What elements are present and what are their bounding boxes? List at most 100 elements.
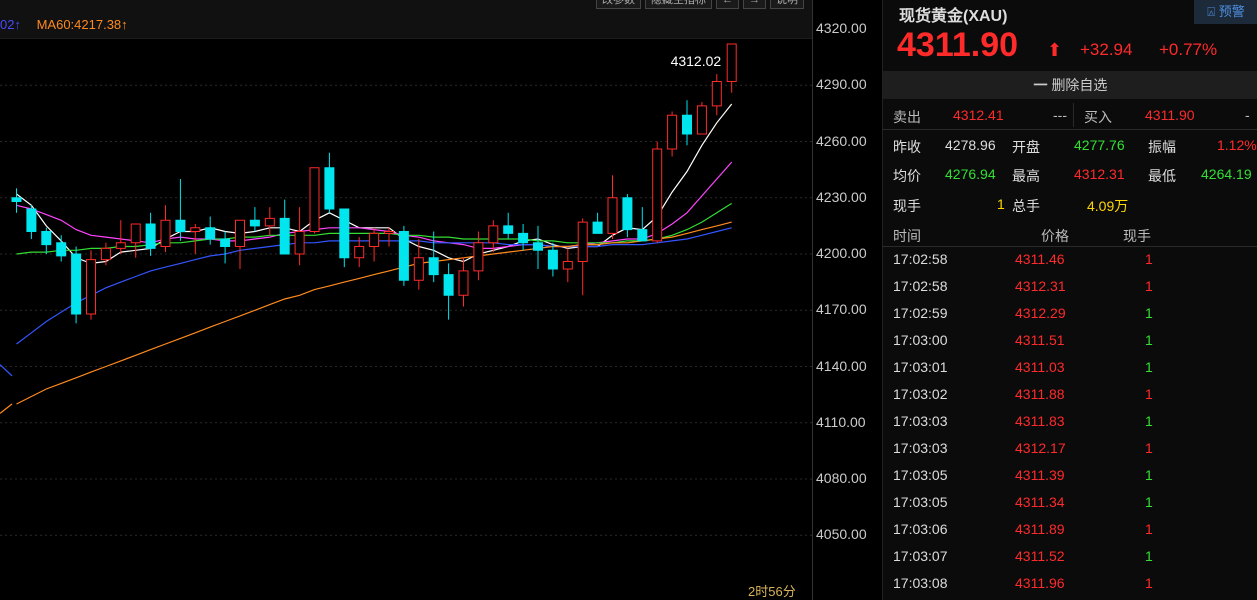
- price-alert-button[interactable]: ⍓ 预警: [1194, 0, 1257, 24]
- candle-body: [339, 208, 350, 259]
- tick-row: 17:03:06 4311.89 1: [883, 516, 1257, 543]
- bid-ask-divider: [1073, 103, 1074, 127]
- tick-time: 17:03:08: [893, 575, 948, 591]
- cur-vol-label: 现手: [893, 198, 921, 214]
- scroll-left-button[interactable]: ←: [716, 0, 739, 9]
- ticks-vol-header: 现手: [1123, 228, 1151, 244]
- candle: [279, 199, 290, 255]
- ticks-time-header: 时间: [893, 228, 921, 244]
- candle-body: [41, 231, 52, 246]
- tick-volume: 1: [1145, 359, 1153, 375]
- y-tick-label: 4110.00: [816, 413, 866, 430]
- candle: [175, 179, 186, 241]
- candle-body: [667, 114, 678, 150]
- quote-panel: 现货黄金(XAU) ⍓ 预警 4311.90 ⬆ +32.94 +0.77% 一…: [882, 0, 1257, 600]
- last-price: 4311.90: [897, 26, 1019, 64]
- edit-params-button[interactable]: 改参数: [596, 0, 641, 9]
- y-tick-label: 4260.00: [816, 132, 867, 149]
- candle: [264, 207, 275, 236]
- total-vol-value: 4.09万: [1087, 198, 1129, 214]
- tick-price: 4312.31: [1015, 278, 1066, 294]
- candle-body: [562, 261, 573, 270]
- candle-body: [100, 247, 111, 261]
- high-label: 最高: [1012, 168, 1040, 184]
- tick-row: 17:03:03 4311.83 1: [883, 408, 1257, 435]
- minus-icon: 一: [1033, 77, 1048, 93]
- candle-body: [220, 238, 231, 247]
- candle: [86, 250, 96, 320]
- candle-body: [413, 257, 424, 281]
- tick-time: 17:03:03: [893, 440, 948, 456]
- tick-row: 17:03:08 4311.96 1: [883, 570, 1257, 597]
- y-tick-label: 4080.00: [816, 470, 867, 486]
- tick-price: 4312.29: [1015, 305, 1066, 321]
- hide-main-indicator-button[interactable]: 隐藏主指标: [645, 0, 712, 9]
- candle-body: [518, 232, 529, 244]
- candle-body: [130, 223, 141, 244]
- candle: [354, 237, 365, 268]
- candle-body: [607, 197, 618, 234]
- y-tick-label: 4200.00: [816, 245, 867, 261]
- tick-volume: 1: [1145, 494, 1153, 510]
- tick-time: 17:02:58: [893, 278, 948, 294]
- tick-row: 17:03:02 4311.88 1: [883, 381, 1257, 408]
- kline-svg[interactable]: 4312.02: [0, 0, 812, 600]
- price-alert-label: 预警: [1218, 4, 1245, 19]
- tick-row: 17:02:58 4312.31 1: [883, 273, 1257, 300]
- candle-body: [249, 219, 260, 227]
- help-button[interactable]: 说明: [770, 0, 804, 9]
- candle-body: [86, 259, 96, 315]
- candle: [309, 167, 320, 234]
- candle: [26, 205, 37, 239]
- scroll-right-button[interactable]: →: [743, 0, 766, 9]
- price-axis: 4320.00 4290.00 4260.00 4230.00 4200.00 4170.…: [812, 0, 883, 600]
- candle-body: [592, 221, 603, 234]
- countdown-label: 2时56分: [748, 584, 796, 599]
- open-value: 4277.76: [1074, 137, 1125, 153]
- candle: [249, 207, 260, 232]
- candle: [71, 246, 82, 324]
- candle: [547, 242, 558, 277]
- candle-body: [324, 167, 335, 210]
- ma-prev-value: 02↑: [0, 17, 21, 32]
- tick-volume: 1: [1145, 332, 1153, 348]
- tick-price: 4312.17: [1015, 440, 1066, 456]
- tick-price: 4311.52: [1015, 548, 1065, 564]
- tick-volume: 1: [1145, 548, 1153, 564]
- candle-body: [622, 197, 633, 231]
- candle: [160, 205, 171, 253]
- tick-row: 17:03:01 4311.03 1: [883, 354, 1257, 381]
- candle: [711, 74, 722, 116]
- tick-price: 4311.89: [1015, 521, 1065, 537]
- tick-volume: 1: [1145, 251, 1153, 267]
- tick-row: 17:03:03 4312.17 1: [883, 435, 1257, 462]
- candle: [592, 212, 603, 234]
- candle-body: [682, 114, 692, 135]
- candle-body: [696, 105, 707, 135]
- candle-body: [533, 242, 543, 251]
- ma-legend: 02↑ MA60:4217.38↑: [0, 17, 128, 32]
- tick-time: 17:03:01: [893, 359, 948, 375]
- candle-body: [115, 242, 126, 249]
- candle-body: [458, 270, 469, 296]
- remove-watchlist-label: 删除自选: [1051, 77, 1108, 93]
- tick-time: 17:03:05: [893, 467, 948, 483]
- candle-body: [384, 231, 394, 234]
- candle-body: [369, 232, 380, 247]
- candle: [562, 248, 573, 283]
- candle: [652, 141, 663, 243]
- buy-label: 买入: [1084, 109, 1112, 125]
- remove-watchlist-button[interactable]: 一 删除自选: [883, 71, 1257, 99]
- candle: [607, 175, 618, 239]
- candle: [458, 257, 469, 307]
- quote-row-1: 昨收 4278.96 开盘 4277.76 振幅 1.12%: [883, 131, 1257, 160]
- candle-body: [637, 229, 648, 242]
- high-value: 4312.31: [1074, 166, 1125, 182]
- ma60-value: MA60:4217.38↑: [36, 17, 128, 32]
- candle: [205, 216, 216, 245]
- candle-body: [190, 227, 201, 232]
- tick-row: 17:02:58 4311.46 1: [883, 246, 1257, 273]
- kline-chart[interactable]: 4312.02 02↑ MA60:4217.38↑ 改参数 隐藏主指标 ← → …: [0, 0, 812, 600]
- ticks-list[interactable]: 17:02:58 4311.46 1 17:02:58 4312.31 1 17:02:59…: [883, 246, 1257, 597]
- candle-body: [235, 219, 245, 247]
